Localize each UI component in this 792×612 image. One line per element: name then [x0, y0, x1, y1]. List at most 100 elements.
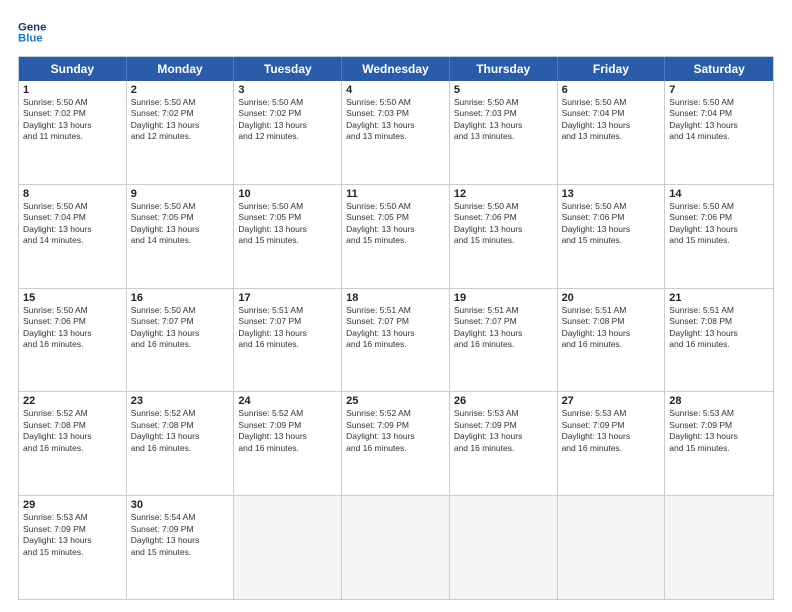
- calendar-cell: 20Sunrise: 5:51 AMSunset: 7:08 PMDayligh…: [558, 289, 666, 392]
- day-info: Sunrise: 5:53 AMSunset: 7:09 PMDaylight:…: [669, 408, 769, 454]
- day-info: Sunrise: 5:50 AMSunset: 7:07 PMDaylight:…: [131, 305, 230, 351]
- day-info: Sunrise: 5:50 AMSunset: 7:02 PMDaylight:…: [238, 97, 337, 143]
- day-info: Sunrise: 5:50 AMSunset: 7:04 PMDaylight:…: [23, 201, 122, 247]
- calendar-cell: 27Sunrise: 5:53 AMSunset: 7:09 PMDayligh…: [558, 392, 666, 495]
- calendar-cell: 3Sunrise: 5:50 AMSunset: 7:02 PMDaylight…: [234, 81, 342, 184]
- logo-icon: General Blue: [18, 18, 46, 46]
- day-info: Sunrise: 5:52 AMSunset: 7:09 PMDaylight:…: [346, 408, 445, 454]
- calendar-cell: 4Sunrise: 5:50 AMSunset: 7:03 PMDaylight…: [342, 81, 450, 184]
- calendar-cell: 8Sunrise: 5:50 AMSunset: 7:04 PMDaylight…: [19, 185, 127, 288]
- svg-text:Blue: Blue: [18, 33, 43, 45]
- day-number: 30: [131, 499, 230, 511]
- day-number: 20: [562, 292, 661, 304]
- calendar-cell: 24Sunrise: 5:52 AMSunset: 7:09 PMDayligh…: [234, 392, 342, 495]
- page: General Blue SundayMondayTuesdayWednesda…: [0, 0, 792, 612]
- weekday-header: Sunday: [19, 57, 127, 81]
- calendar-cell: 23Sunrise: 5:52 AMSunset: 7:08 PMDayligh…: [127, 392, 235, 495]
- calendar-body: 1Sunrise: 5:50 AMSunset: 7:02 PMDaylight…: [19, 81, 773, 599]
- day-number: 3: [238, 84, 337, 96]
- day-info: Sunrise: 5:51 AMSunset: 7:07 PMDaylight:…: [238, 305, 337, 351]
- day-info: Sunrise: 5:51 AMSunset: 7:08 PMDaylight:…: [562, 305, 661, 351]
- weekday-header: Monday: [127, 57, 235, 81]
- calendar-cell: 12Sunrise: 5:50 AMSunset: 7:06 PMDayligh…: [450, 185, 558, 288]
- day-number: 7: [669, 84, 769, 96]
- calendar-cell: 7Sunrise: 5:50 AMSunset: 7:04 PMDaylight…: [665, 81, 773, 184]
- weekday-header: Saturday: [665, 57, 773, 81]
- day-info: Sunrise: 5:50 AMSunset: 7:06 PMDaylight:…: [23, 305, 122, 351]
- day-number: 23: [131, 395, 230, 407]
- day-info: Sunrise: 5:50 AMSunset: 7:04 PMDaylight:…: [669, 97, 769, 143]
- day-number: 14: [669, 188, 769, 200]
- calendar-cell: [665, 496, 773, 599]
- calendar-row: 1Sunrise: 5:50 AMSunset: 7:02 PMDaylight…: [19, 81, 773, 184]
- day-number: 15: [23, 292, 122, 304]
- day-number: 2: [131, 84, 230, 96]
- day-info: Sunrise: 5:50 AMSunset: 7:02 PMDaylight:…: [131, 97, 230, 143]
- calendar-row: 22Sunrise: 5:52 AMSunset: 7:08 PMDayligh…: [19, 391, 773, 495]
- calendar-cell: 26Sunrise: 5:53 AMSunset: 7:09 PMDayligh…: [450, 392, 558, 495]
- day-info: Sunrise: 5:52 AMSunset: 7:08 PMDaylight:…: [23, 408, 122, 454]
- weekday-header: Tuesday: [234, 57, 342, 81]
- day-number: 6: [562, 84, 661, 96]
- day-number: 17: [238, 292, 337, 304]
- calendar-cell: [450, 496, 558, 599]
- day-info: Sunrise: 5:50 AMSunset: 7:05 PMDaylight:…: [346, 201, 445, 247]
- day-info: Sunrise: 5:50 AMSunset: 7:02 PMDaylight:…: [23, 97, 122, 143]
- day-info: Sunrise: 5:52 AMSunset: 7:09 PMDaylight:…: [238, 408, 337, 454]
- day-number: 1: [23, 84, 122, 96]
- day-number: 12: [454, 188, 553, 200]
- day-number: 10: [238, 188, 337, 200]
- calendar-cell: 6Sunrise: 5:50 AMSunset: 7:04 PMDaylight…: [558, 81, 666, 184]
- day-number: 25: [346, 395, 445, 407]
- day-number: 19: [454, 292, 553, 304]
- weekday-header: Wednesday: [342, 57, 450, 81]
- calendar-cell: 25Sunrise: 5:52 AMSunset: 7:09 PMDayligh…: [342, 392, 450, 495]
- calendar-cell: 15Sunrise: 5:50 AMSunset: 7:06 PMDayligh…: [19, 289, 127, 392]
- calendar-row: 8Sunrise: 5:50 AMSunset: 7:04 PMDaylight…: [19, 184, 773, 288]
- calendar-cell: [342, 496, 450, 599]
- day-info: Sunrise: 5:50 AMSunset: 7:05 PMDaylight:…: [238, 201, 337, 247]
- calendar-cell: 5Sunrise: 5:50 AMSunset: 7:03 PMDaylight…: [450, 81, 558, 184]
- day-info: Sunrise: 5:53 AMSunset: 7:09 PMDaylight:…: [562, 408, 661, 454]
- day-number: 29: [23, 499, 122, 511]
- calendar-cell: 30Sunrise: 5:54 AMSunset: 7:09 PMDayligh…: [127, 496, 235, 599]
- calendar-header: SundayMondayTuesdayWednesdayThursdayFrid…: [19, 57, 773, 81]
- day-number: 16: [131, 292, 230, 304]
- calendar-cell: 18Sunrise: 5:51 AMSunset: 7:07 PMDayligh…: [342, 289, 450, 392]
- day-info: Sunrise: 5:50 AMSunset: 7:05 PMDaylight:…: [131, 201, 230, 247]
- day-info: Sunrise: 5:53 AMSunset: 7:09 PMDaylight:…: [454, 408, 553, 454]
- calendar-cell: 2Sunrise: 5:50 AMSunset: 7:02 PMDaylight…: [127, 81, 235, 184]
- day-info: Sunrise: 5:50 AMSunset: 7:03 PMDaylight:…: [346, 97, 445, 143]
- calendar-cell: 16Sunrise: 5:50 AMSunset: 7:07 PMDayligh…: [127, 289, 235, 392]
- day-info: Sunrise: 5:51 AMSunset: 7:07 PMDaylight:…: [346, 305, 445, 351]
- day-info: Sunrise: 5:54 AMSunset: 7:09 PMDaylight:…: [131, 512, 230, 558]
- calendar-cell: 11Sunrise: 5:50 AMSunset: 7:05 PMDayligh…: [342, 185, 450, 288]
- day-number: 13: [562, 188, 661, 200]
- day-number: 5: [454, 84, 553, 96]
- logo: General Blue: [18, 18, 50, 46]
- calendar-row: 15Sunrise: 5:50 AMSunset: 7:06 PMDayligh…: [19, 288, 773, 392]
- day-number: 26: [454, 395, 553, 407]
- day-number: 24: [238, 395, 337, 407]
- day-info: Sunrise: 5:50 AMSunset: 7:06 PMDaylight:…: [669, 201, 769, 247]
- calendar: SundayMondayTuesdayWednesdayThursdayFrid…: [18, 56, 774, 600]
- day-number: 22: [23, 395, 122, 407]
- day-number: 4: [346, 84, 445, 96]
- calendar-cell: 1Sunrise: 5:50 AMSunset: 7:02 PMDaylight…: [19, 81, 127, 184]
- calendar-cell: 28Sunrise: 5:53 AMSunset: 7:09 PMDayligh…: [665, 392, 773, 495]
- calendar-cell: 17Sunrise: 5:51 AMSunset: 7:07 PMDayligh…: [234, 289, 342, 392]
- calendar-cell: 19Sunrise: 5:51 AMSunset: 7:07 PMDayligh…: [450, 289, 558, 392]
- day-info: Sunrise: 5:51 AMSunset: 7:08 PMDaylight:…: [669, 305, 769, 351]
- calendar-cell: 9Sunrise: 5:50 AMSunset: 7:05 PMDaylight…: [127, 185, 235, 288]
- day-number: 9: [131, 188, 230, 200]
- day-info: Sunrise: 5:52 AMSunset: 7:08 PMDaylight:…: [131, 408, 230, 454]
- day-info: Sunrise: 5:50 AMSunset: 7:03 PMDaylight:…: [454, 97, 553, 143]
- day-number: 21: [669, 292, 769, 304]
- day-number: 8: [23, 188, 122, 200]
- calendar-cell: 21Sunrise: 5:51 AMSunset: 7:08 PMDayligh…: [665, 289, 773, 392]
- calendar-row: 29Sunrise: 5:53 AMSunset: 7:09 PMDayligh…: [19, 495, 773, 599]
- calendar-cell: [234, 496, 342, 599]
- weekday-header: Friday: [558, 57, 666, 81]
- calendar-cell: 13Sunrise: 5:50 AMSunset: 7:06 PMDayligh…: [558, 185, 666, 288]
- weekday-header: Thursday: [450, 57, 558, 81]
